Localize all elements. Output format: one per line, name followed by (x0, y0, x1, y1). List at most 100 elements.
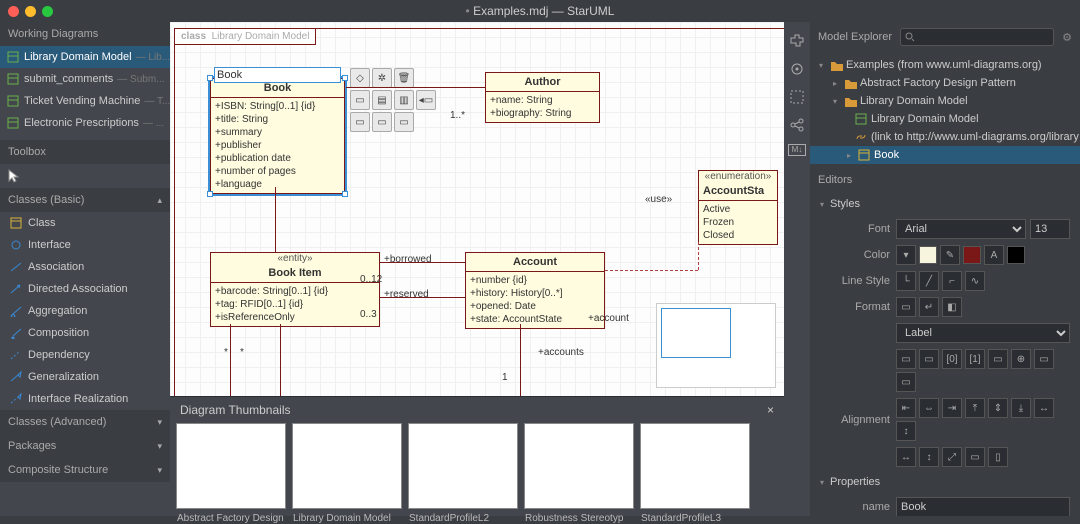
tree-item[interactable]: (link to http://www.uml-diagrams.org/lib… (810, 128, 1080, 146)
add-op-button[interactable]: ▤ (372, 90, 392, 110)
working-diagram-item[interactable]: Electronic Prescriptions — ... (0, 112, 170, 134)
visibility-button[interactable]: ◇ (350, 68, 370, 88)
toolbox-class[interactable]: Class (0, 212, 170, 234)
align-button[interactable]: ⤒ (965, 398, 985, 418)
uml-class-book[interactable]: Book +ISBN: String[0..1] {id} +title: St… (210, 78, 345, 194)
thumbnail[interactable]: Abstract Factory Design (176, 423, 286, 509)
assoc-book-author[interactable] (346, 87, 485, 88)
tool-button[interactable]: ▭ (372, 112, 392, 132)
size-button[interactable]: ↔ (896, 447, 916, 467)
format-opt-button[interactable]: [1] (965, 349, 985, 369)
tool-button[interactable]: ▭ (394, 112, 414, 132)
add-sub-button[interactable]: ◂▭ (416, 90, 436, 110)
autosize-button[interactable]: ▭ (896, 297, 916, 317)
tree-item[interactable]: ▾Examples (from www.uml-diagrams.org) (810, 56, 1080, 74)
tool-button[interactable]: ▭ (350, 112, 370, 132)
linestyle-rect-button[interactable]: └ (896, 271, 916, 291)
tree-item[interactable]: ▸Book (810, 146, 1080, 164)
format-opt-button[interactable]: ▭ (919, 349, 939, 369)
toolbox-section-packages[interactable]: Packages▾ (0, 434, 170, 458)
align-button[interactable]: ⇤ (896, 398, 916, 418)
gen-bookitem-book[interactable] (275, 187, 276, 252)
tree-item[interactable]: ▸Abstract Factory Design Pattern (810, 74, 1080, 92)
maximize-window-button[interactable] (42, 6, 53, 17)
dep-account-state[interactable] (605, 270, 698, 271)
toolbox-section-composite[interactable]: Composite Structure▾ (0, 458, 170, 482)
toolbox-composition[interactable]: Composition (0, 322, 170, 344)
format-opt-button[interactable]: ▭ (896, 349, 916, 369)
font-color-icon[interactable]: A (984, 245, 1004, 265)
add-attr-button[interactable]: ▭ (350, 90, 370, 110)
explorer-search[interactable] (900, 28, 1054, 46)
toolbox-interface[interactable]: Interface (0, 234, 170, 256)
pointer-tool[interactable] (0, 164, 170, 188)
prop-name-input[interactable] (896, 497, 1070, 516)
tree-item[interactable]: ▾Library Domain Model (810, 92, 1080, 110)
share-icon[interactable] (788, 116, 806, 134)
working-diagram-item[interactable]: Library Domain Model — Lib... (0, 46, 170, 68)
resize-handle[interactable] (207, 191, 213, 197)
close-thumbnails-button[interactable]: × (767, 403, 774, 417)
thumbnail[interactable]: StandardProfileL2 (408, 423, 518, 509)
minimize-window-button[interactable] (25, 6, 36, 17)
toolbox-interface-realization[interactable]: Interface Realization (0, 388, 170, 410)
format-opt-button[interactable]: ▭ (988, 349, 1008, 369)
linestyle-curve-button[interactable]: ∿ (965, 271, 985, 291)
gear-icon[interactable]: ⚙ (1062, 31, 1072, 44)
chevron-down-icon[interactable]: ▾ (830, 97, 840, 106)
toolbox-directed-association[interactable]: Directed Association (0, 278, 170, 300)
assoc-vert-3[interactable] (520, 324, 521, 396)
uml-enum-accountstate[interactable]: «enumeration» AccountSta Active Frozen C… (698, 170, 778, 245)
linestyle-oblique-button[interactable]: ╱ (919, 271, 939, 291)
stereotype-display-select[interactable]: Label (896, 323, 1070, 343)
toolbox-dependency[interactable]: Dependency (0, 344, 170, 366)
dep-vert[interactable] (698, 242, 699, 270)
uml-class-account[interactable]: Account +number {id} +history: History[0… (465, 252, 605, 329)
chevron-right-icon[interactable]: ▸ (830, 79, 840, 88)
name-edit-input[interactable] (214, 67, 341, 83)
align-button[interactable]: ⇕ (988, 398, 1008, 418)
color-swatch[interactable] (963, 246, 981, 264)
linestyle-rounded-button[interactable]: ⌐ (942, 271, 962, 291)
add-recv-button[interactable]: ▥ (394, 90, 414, 110)
working-diagram-item[interactable]: Ticket Vending Machine — T... (0, 90, 170, 112)
styles-section[interactable]: Styles (810, 192, 1080, 216)
format-opt-button[interactable]: ⊕ (1011, 349, 1031, 369)
tree-item[interactable]: Library Domain Model (810, 110, 1080, 128)
resize-handle[interactable] (342, 191, 348, 197)
fill-color-icon[interactable]: ▾ (896, 245, 916, 265)
minimap[interactable] (656, 303, 776, 388)
uml-class-author[interactable]: Author +name: String +biography: String (485, 72, 600, 123)
chevron-right-icon[interactable]: ▸ (844, 151, 854, 160)
resize-handle[interactable] (207, 75, 213, 81)
format-opt-button[interactable]: ▭ (896, 372, 916, 392)
toolbox-section-classes-advanced[interactable]: Classes (Advanced)▾ (0, 410, 170, 434)
assoc-vert-2[interactable] (280, 324, 281, 396)
target-icon[interactable] (788, 60, 806, 78)
diagram-canvas[interactable]: class Library Domain Model Book +ISBN: S… (170, 22, 784, 396)
toolbox-section-classes-basic[interactable]: Classes (Basic)▴ (0, 188, 170, 212)
align-button[interactable]: ↔ (1034, 398, 1054, 418)
select-all-icon[interactable] (788, 88, 806, 106)
font-family-select[interactable]: Arial (896, 219, 1026, 239)
assoc-vert-1[interactable] (230, 324, 231, 396)
show-shadow-button[interactable]: ◧ (942, 297, 962, 317)
color-swatch[interactable] (1007, 246, 1025, 264)
wordwrap-button[interactable]: ↵ (919, 297, 939, 317)
line-color-icon[interactable]: ✎ (940, 245, 960, 265)
toolbox-association[interactable]: Association (0, 256, 170, 278)
size-button[interactable]: ↕ (919, 447, 939, 467)
size-button[interactable]: ⤢ (942, 447, 962, 467)
size-button[interactable]: ▯ (988, 447, 1008, 467)
align-button[interactable]: ⇥ (942, 398, 962, 418)
delete-button[interactable]: 🗑 (394, 68, 414, 88)
close-window-button[interactable] (8, 6, 19, 17)
align-button[interactable]: ↕ (896, 421, 916, 441)
thumbnail[interactable]: StandardProfileL3 (640, 423, 750, 509)
working-diagram-item[interactable]: submit_comments — Subm... (0, 68, 170, 90)
toolbox-generalization[interactable]: Generalization (0, 366, 170, 388)
properties-section[interactable]: Properties (810, 470, 1080, 494)
toolbox-aggregation[interactable]: Aggregation (0, 300, 170, 322)
settings-button[interactable]: ✲ (372, 68, 392, 88)
align-button[interactable]: ⇔ (919, 398, 939, 418)
